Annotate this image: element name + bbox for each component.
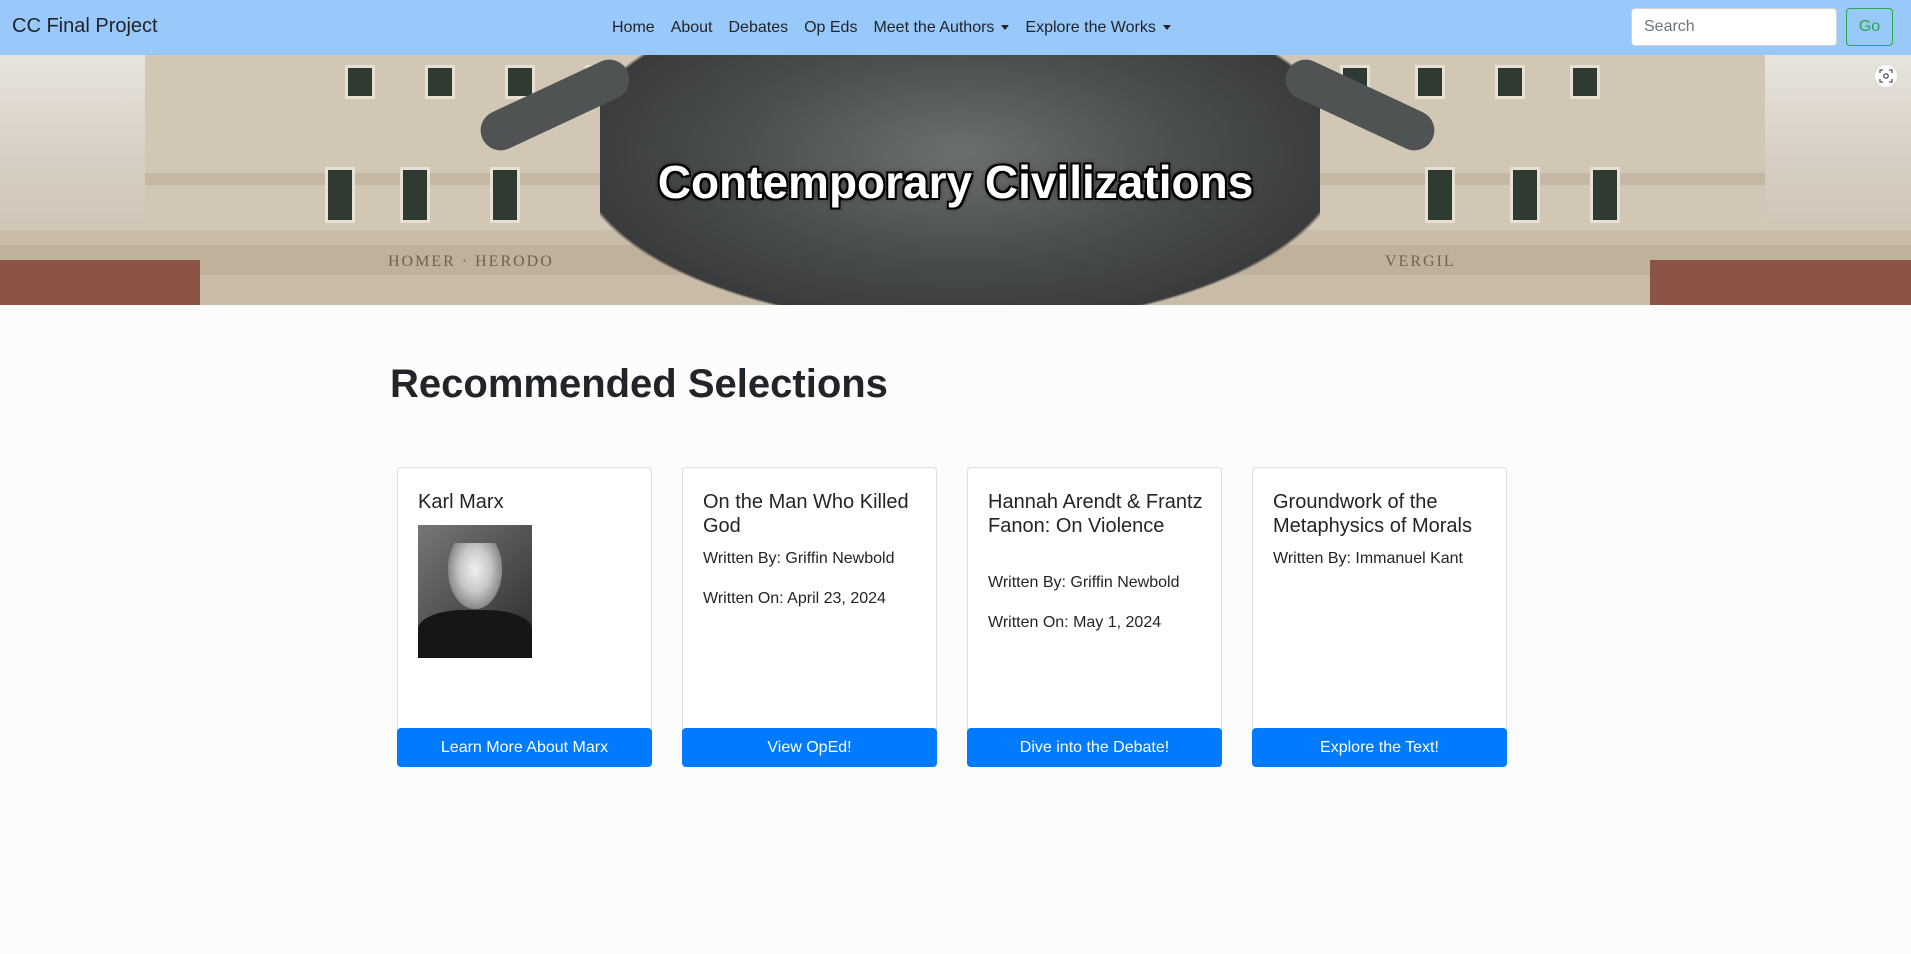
nav-dropdown-label: Explore the Works	[1025, 18, 1156, 36]
dive-into-the-debate-button[interactable]: Dive into the Debate!	[967, 728, 1222, 767]
brand-link[interactable]: CC Final Project	[12, 15, 158, 38]
hero-brick-left	[0, 260, 200, 305]
section-title: Recommended Selections	[390, 362, 888, 406]
card-author: Written By: Immanuel Kant	[1273, 550, 1463, 567]
card-debate: Hannah Arendt & Frantz Fanon: On Violenc…	[967, 467, 1222, 767]
nav-link-home[interactable]: Home	[612, 19, 655, 37]
card-author: Written By: Griffin Newbold	[988, 574, 1180, 591]
nav-link-debates[interactable]: Debates	[729, 19, 789, 37]
top-navbar: CC Final Project Home About Debates Op E…	[0, 0, 1911, 55]
hero-banner: HOMER · HERODO VERGIL Contemporary Civil…	[0, 55, 1911, 305]
card-karl-marx: Karl Marx Learn More About Marx	[397, 467, 652, 767]
portrait-face	[448, 543, 502, 609]
hero-window	[1495, 65, 1525, 99]
nav-dropdown-meet-the-authors[interactable]: Meet the Authors	[873, 18, 1010, 37]
card-op-ed: On the Man Who Killed God Written By: Gr…	[682, 467, 937, 767]
nav-link-about[interactable]: About	[671, 19, 713, 37]
hero-window	[425, 65, 455, 99]
screenshot-icon-svg	[1879, 69, 1893, 83]
nav-dropdown-explore-the-works[interactable]: Explore the Works	[1025, 18, 1171, 37]
karl-marx-portrait	[418, 525, 532, 658]
nav-link-op-eds[interactable]: Op Eds	[804, 19, 857, 37]
caret-down-icon	[1162, 25, 1171, 30]
hero-title: Contemporary Civilizations	[657, 156, 1254, 208]
hero-window	[1415, 65, 1445, 99]
screenshot-icon[interactable]	[1874, 64, 1898, 88]
card-title: Karl Marx	[418, 491, 504, 513]
view-oped-button[interactable]: View OpEd!	[682, 728, 937, 767]
nav-dropdown-label: Meet the Authors	[873, 18, 995, 36]
card-date: Written On: April 23, 2024	[703, 590, 886, 607]
card-date: Written On: May 1, 2024	[988, 614, 1162, 631]
portrait-coat	[418, 610, 532, 658]
card-title: On the Man Who Killed God	[703, 491, 909, 537]
go-button[interactable]: Go	[1846, 8, 1893, 46]
hero-inscription: HOMER · HERODO	[388, 253, 554, 270]
search-input[interactable]	[1631, 8, 1837, 46]
explore-the-text-button[interactable]: Explore the Text!	[1252, 728, 1507, 767]
card-title: Groundwork of the Metaphysics of Morals	[1273, 491, 1472, 537]
hero-window	[345, 65, 375, 99]
caret-down-icon	[1001, 25, 1010, 30]
hero-window	[1570, 65, 1600, 99]
hero-brick-right	[1650, 260, 1911, 305]
card-author: Written By: Griffin Newbold	[703, 550, 895, 567]
card-title: Hannah Arendt & Frantz Fanon: On Violenc…	[988, 491, 1203, 537]
nav-links: Home About Debates Op Eds Meet the Autho…	[612, 0, 1187, 55]
hero-inscription: VERGIL	[1385, 253, 1456, 270]
learn-more-about-marx-button[interactable]: Learn More About Marx	[397, 728, 652, 767]
card-text-work: Groundwork of the Metaphysics of Morals …	[1252, 467, 1507, 767]
